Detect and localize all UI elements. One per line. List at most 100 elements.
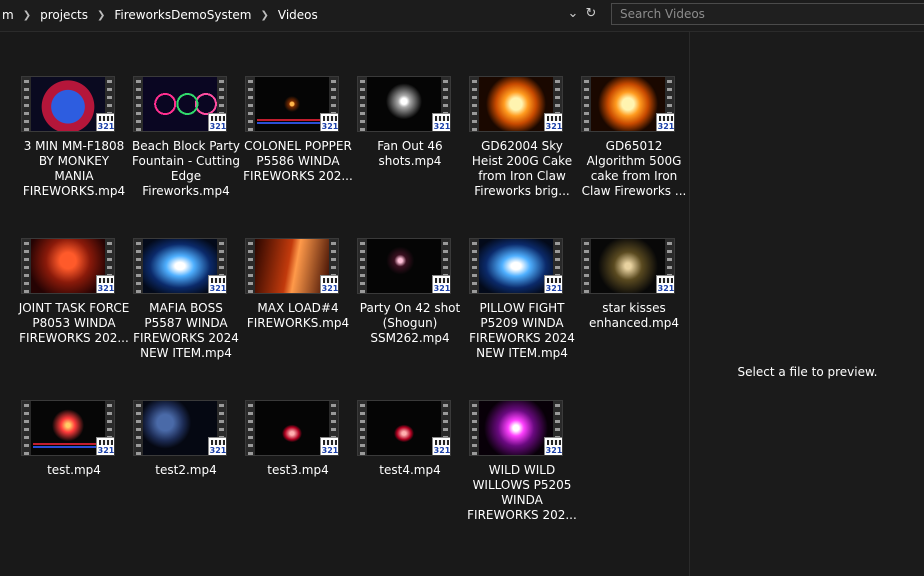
file-name-label: WILD WILD WILLOWS P5205 WINDA FIREWORKS … [467, 463, 577, 522]
thumbnail-frame [31, 239, 105, 293]
file-item[interactable]: 321 Beach Block Party Fountain - Cutting … [130, 76, 242, 238]
thumbnail-frame [591, 77, 665, 131]
thumbnail-frame [479, 401, 553, 455]
video-thumbnail: 321 [21, 238, 115, 294]
thumbnail-frame [367, 401, 441, 455]
video-thumbnail: 321 [133, 76, 227, 132]
media-player-badge-icon: 321 [656, 275, 674, 293]
file-name-label: PILLOW FIGHT P5209 WINDA FIREWORKS 2024 … [469, 301, 575, 360]
file-item[interactable]: 321 Fan Out 46 shots.mp4 [354, 76, 466, 238]
file-name-label: test4.mp4 [379, 463, 441, 477]
filmstrip-edge [134, 77, 143, 131]
filmstrip-edge [470, 239, 479, 293]
thumbnail-frame [255, 401, 329, 455]
file-item[interactable]: 321 3 MIN MM-F1808 BY MONKEY MANIA FIREWO… [18, 76, 130, 238]
filmstrip-edge [246, 77, 255, 131]
media-player-badge-icon: 321 [432, 113, 450, 131]
filmstrip-edge [582, 77, 591, 131]
file-name-label: test3.mp4 [267, 463, 329, 477]
media-player-badge-icon: 321 [544, 275, 562, 293]
breadcrumb-item-videos[interactable]: Videos [274, 8, 322, 22]
filmstrip-edge [22, 239, 31, 293]
file-name-label: Beach Block Party Fountain - Cutting Edg… [131, 139, 241, 198]
chevron-right-icon[interactable]: ❯ [256, 10, 274, 21]
file-item[interactable]: 321 star kisses enhanced.mp4 [578, 238, 690, 400]
filmstrip-edge [470, 401, 479, 455]
file-item[interactable]: 321 WILD WILD WILLOWS P5205 WINDA FIREWOR… [466, 400, 578, 562]
file-name-label: 3 MIN MM-F1808 BY MONKEY MANIA FIREWORKS… [22, 139, 126, 198]
file-item[interactable]: 321 GD65012 Algorithm 500G cake from Iron… [578, 76, 690, 238]
file-item[interactable]: 321 test.mp4 [18, 400, 130, 562]
thumbnail-frame [479, 77, 553, 131]
file-item[interactable]: 321 test3.mp4 [242, 400, 354, 562]
filmstrip-edge [582, 239, 591, 293]
video-thumbnail: 321 [133, 238, 227, 294]
breadcrumb-item-root[interactable]: m [0, 8, 18, 22]
video-thumbnail: 321 [581, 238, 675, 294]
thumbnail-frame [479, 239, 553, 293]
thumbnail-frame [143, 77, 217, 131]
media-player-badge-icon: 321 [208, 437, 226, 455]
preview-message: Select a file to preview. [737, 365, 878, 379]
filmstrip-edge [358, 239, 367, 293]
file-item[interactable]: 321 test2.mp4 [130, 400, 242, 562]
file-name-label: test2.mp4 [155, 463, 217, 477]
file-item[interactable]: 321 PILLOW FIGHT P5209 WINDA FIREWORKS 20… [466, 238, 578, 400]
file-item[interactable]: 321 MAFIA BOSS P5587 WINDA FIREWORKS 2024… [130, 238, 242, 400]
video-thumbnail: 321 [133, 400, 227, 456]
file-name-label: test.mp4 [47, 463, 101, 477]
video-thumbnail: 321 [357, 238, 451, 294]
file-name-label: star kisses enhanced.mp4 [589, 301, 679, 330]
media-player-badge-icon: 321 [96, 113, 114, 131]
file-item[interactable]: 321 JOINT TASK FORCE P8053 WINDA FIREWORK… [18, 238, 130, 400]
file-name-label: JOINT TASK FORCE P8053 WINDA FIREWORKS 2… [18, 301, 130, 345]
refresh-icon[interactable]: ↻ [583, 6, 599, 22]
thumbnail-frame [591, 239, 665, 293]
preview-pane: Select a file to preview. [689, 32, 924, 576]
thumbnail-frame [367, 239, 441, 293]
file-item[interactable]: 321 COLONEL POPPER P5586 WINDA FIREWORKS … [242, 76, 354, 238]
breadcrumb[interactable]: m ❯ projects ❯ FireworksDemoSystem ❯ Vid… [0, 4, 598, 26]
video-thumbnail: 321 [21, 400, 115, 456]
filmstrip-edge [246, 239, 255, 293]
video-thumbnail: 321 [245, 76, 339, 132]
file-item[interactable]: 321 test4.mp4 [354, 400, 466, 562]
media-player-badge-icon: 321 [208, 275, 226, 293]
chevron-right-icon[interactable]: ❯ [92, 10, 110, 21]
thumbnail-frame [31, 401, 105, 455]
file-name-label: GD65012 Algorithm 500G cake from Iron Cl… [581, 139, 687, 198]
filmstrip-edge [22, 77, 31, 131]
video-thumbnail: 321 [245, 400, 339, 456]
breadcrumb-item-fireworksdemosystem[interactable]: FireworksDemoSystem [110, 8, 255, 22]
thumbnail-frame [255, 239, 329, 293]
filmstrip-edge [246, 401, 255, 455]
media-player-badge-icon: 321 [432, 275, 450, 293]
file-item[interactable]: 321 Party On 42 shot (Shogun) SSM262.mp4 [354, 238, 466, 400]
media-player-badge-icon: 321 [96, 275, 114, 293]
filmstrip-edge [470, 77, 479, 131]
thumbnail-frame [143, 401, 217, 455]
video-thumbnail: 321 [469, 238, 563, 294]
media-player-badge-icon: 321 [96, 437, 114, 455]
file-name-label: COLONEL POPPER P5586 WINDA FIREWORKS 202… [243, 139, 353, 183]
file-name-label: Party On 42 shot (Shogun) SSM262.mp4 [359, 301, 461, 345]
file-item[interactable]: 321 MAX LOAD#4 FIREWORKS.mp4 [242, 238, 354, 400]
video-thumbnail: 321 [21, 76, 115, 132]
file-name-label: MAX LOAD#4 FIREWORKS.mp4 [246, 301, 350, 330]
breadcrumb-item-projects[interactable]: projects [36, 8, 92, 22]
media-player-badge-icon: 321 [208, 113, 226, 131]
thumbnail-frame [367, 77, 441, 131]
filmstrip-edge [22, 401, 31, 455]
thumbnail-frame [255, 77, 329, 131]
file-item[interactable]: 321 GD62004 Sky Heist 200G Cake from Iron… [466, 76, 578, 238]
filmstrip-edge [358, 401, 367, 455]
chevron-down-icon[interactable]: ⌄ [565, 6, 581, 22]
video-thumbnail: 321 [469, 400, 563, 456]
search-input[interactable]: Search Videos [611, 3, 924, 25]
video-thumbnail: 321 [469, 76, 563, 132]
file-name-label: GD62004 Sky Heist 200G Cake from Iron Cl… [471, 139, 573, 198]
video-thumbnail: 321 [245, 238, 339, 294]
chevron-right-icon[interactable]: ❯ [18, 10, 36, 21]
file-grid: 321 3 MIN MM-F1808 BY MONKEY MANIA FIREWO… [18, 76, 698, 562]
media-player-badge-icon: 321 [320, 437, 338, 455]
